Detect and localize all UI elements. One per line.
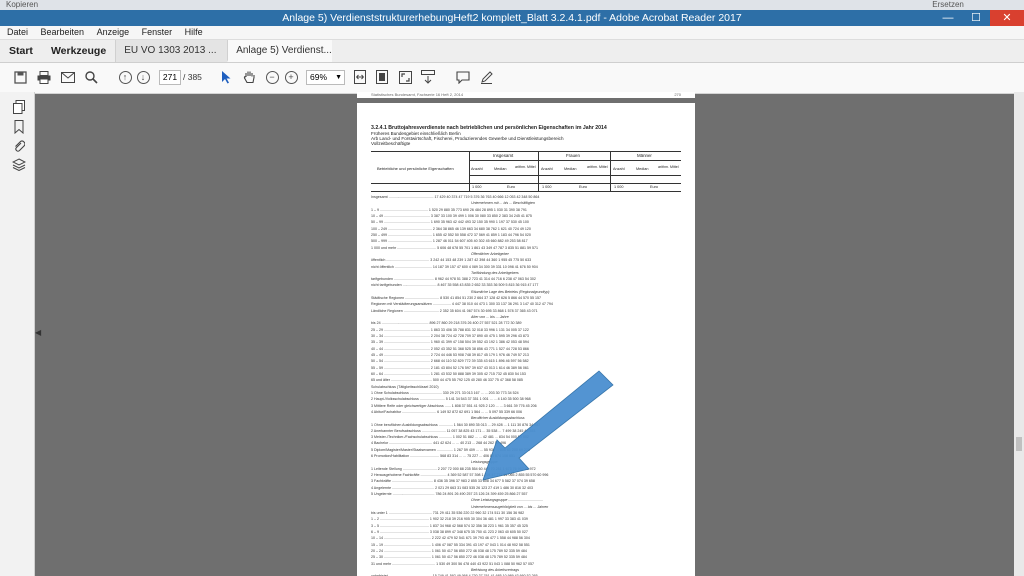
menu-fenster[interactable]: Fenster (135, 27, 176, 37)
toolbar: ↑ ↓ 271 / 385 − + 69% ▼ (0, 63, 1024, 94)
fit-page-icon[interactable] (374, 69, 390, 85)
background-app-strip: Kopieren Ersetzen (0, 0, 1024, 10)
menu-datei[interactable]: Datei (0, 27, 31, 37)
acrobat-window: Anlage 5) VerdienststrukturerhebungHeft2… (0, 10, 1024, 576)
zoom-value: 69% (310, 72, 328, 82)
bookmark-icon[interactable] (12, 120, 26, 135)
pen-sign-icon[interactable] (478, 69, 494, 85)
save-icon[interactable] (12, 69, 28, 85)
chevron-down-icon: ▼ (335, 74, 342, 81)
hand-tool-icon[interactable] (241, 69, 257, 85)
title-bar: Anlage 5) VerdienststrukturerhebungHeft2… (0, 10, 1024, 26)
tab-bar: Start Werkzeuge EU VO 1303 2013 ... Anla… (0, 40, 1024, 63)
vertical-scrollbar[interactable] (1014, 92, 1024, 576)
navigation-pane (0, 92, 35, 576)
menu-anzeige[interactable]: Anzeige (90, 27, 133, 37)
zoom-in-icon[interactable]: + (283, 69, 299, 85)
tab-doc-anlage5-label: Anlage 5) Verdienst... (236, 45, 332, 56)
menu-hilfe[interactable]: Hilfe (178, 27, 206, 37)
prev-page-footer: Statistisches Bundesamt, Fachserie 16 He… (371, 92, 464, 97)
layers-icon[interactable] (11, 158, 27, 172)
select-cursor-icon[interactable] (218, 69, 234, 85)
maximize-button[interactable]: ☐ (962, 10, 990, 26)
bg-item-replace: Ersetzen (932, 0, 964, 9)
tab-start[interactable]: Start (0, 40, 42, 62)
prev-page-number: 270 (674, 92, 681, 97)
collapse-pane-icon[interactable]: ◀ (35, 328, 41, 337)
attachment-icon[interactable] (12, 139, 26, 153)
prev-page-icon[interactable]: ↑ (117, 69, 133, 85)
zoom-select[interactable]: 69% ▼ (306, 70, 345, 85)
full-screen-icon[interactable] (397, 69, 413, 85)
page-number-input[interactable]: 271 (159, 70, 181, 85)
tab-doc-anlage5[interactable]: Anlage 5) Verdienst... ✕ (227, 40, 333, 62)
page-total: / 385 (183, 72, 202, 82)
page-thumbnails-icon[interactable] (12, 100, 26, 114)
fit-width-icon[interactable] (352, 69, 368, 85)
minimize-button[interactable]: — (934, 10, 962, 26)
menu-bar: Datei Bearbeiten Anzeige Fenster Hilfe (0, 26, 1024, 40)
pdf-page: 3.2.4.1 Bruttojahresverdienste nach betr… (357, 103, 695, 576)
window-title: Anlage 5) VerdienststrukturerhebungHeft2… (282, 12, 742, 24)
search-icon[interactable] (83, 69, 99, 85)
close-button[interactable]: ✕ (990, 10, 1024, 26)
previous-page-bottom: Statistisches Bundesamt, Fachserie 16 He… (357, 92, 695, 98)
print-icon[interactable] (36, 69, 52, 85)
zoom-out-icon[interactable]: − (264, 69, 280, 85)
window-controls: — ☐ ✕ (934, 10, 1024, 26)
annotation-arrow (482, 370, 614, 481)
scroll-mode-icon[interactable] (420, 69, 436, 85)
bg-item-copy: Kopieren (6, 0, 39, 9)
menu-bearbeiten[interactable]: Bearbeiten (34, 27, 88, 37)
comment-icon[interactable] (455, 69, 471, 85)
tab-tools[interactable]: Werkzeuge (42, 40, 115, 62)
mail-icon[interactable] (60, 69, 76, 85)
tab-doc-eu-vo[interactable]: EU VO 1303 2013 ... (115, 40, 228, 62)
next-page-icon[interactable]: ↓ (135, 69, 151, 85)
scrollbar-thumb[interactable] (1016, 437, 1022, 451)
